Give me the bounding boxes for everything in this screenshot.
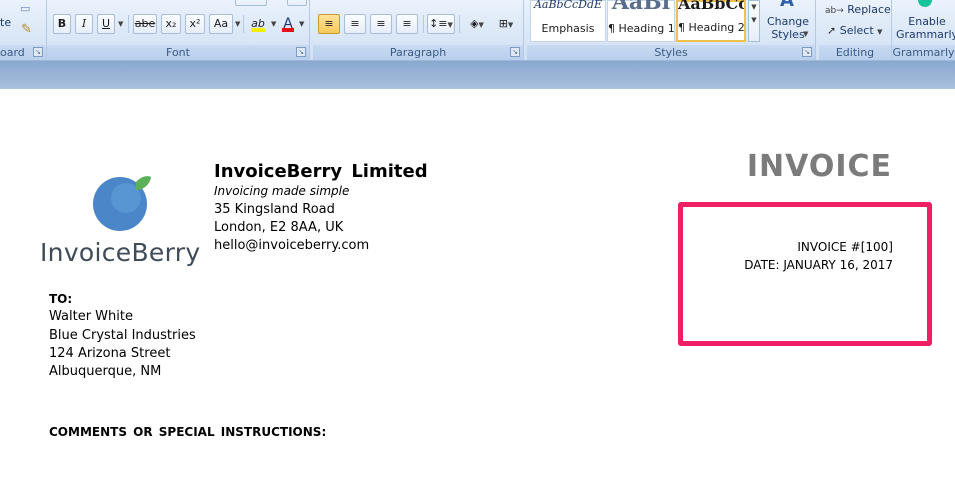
highlight-button[interactable]: ab — [247, 14, 269, 34]
styles-group-label: Styles — [527, 45, 815, 60]
change-styles-dropdown-icon: ▼ — [803, 30, 809, 38]
font-color-button[interactable]: A — [279, 14, 297, 34]
invoice-date: DATE: JANUARY 16, 2017 — [744, 258, 893, 272]
email-line: hello@invoiceberry.com — [214, 238, 370, 253]
address-line: 35 Kingsland Road — [214, 202, 335, 217]
grammarly-label: Enable Grammarly — [895, 15, 955, 41]
replace-icon: ab→ — [825, 6, 844, 16]
copy-icon[interactable]: ▭ — [20, 2, 30, 15]
bold-button[interactable]: B — [53, 14, 71, 34]
comments-label: COMMENTS OR SPECIAL INSTRUCTIONS: — [49, 425, 327, 439]
subscript-button[interactable]: x₂ — [161, 14, 181, 34]
change-case-dropdown-icon[interactable]: ▼ — [235, 20, 240, 28]
invoice-details-highlight — [678, 202, 932, 346]
border-grid-icon: ⊞ — [498, 17, 508, 30]
recipient-name: Walter White — [49, 309, 133, 324]
underline-dropdown-icon[interactable]: ▼ — [118, 20, 123, 28]
font-launcher-icon[interactable]: ↘ — [296, 47, 306, 57]
grammarly-group-label: Grammarly — [892, 45, 955, 60]
grow-font-button[interactable] — [235, 0, 267, 6]
paragraph-group: ≡ ≡ ≡ ≡ ↕≡▼ ◈▼ ⊞▼ Paragraph ↘ — [313, 0, 524, 60]
to-label: TO: — [49, 292, 73, 306]
select-label: Select — [839, 24, 874, 37]
style-emphasis[interactable]: AaBbCcDdE Emphasis — [530, 0, 606, 42]
style-heading-1[interactable]: AaBl ¶ Heading 1 — [607, 0, 675, 42]
select-button[interactable]: ➚ Select ▼ — [827, 24, 883, 37]
font-color-bar — [282, 28, 294, 32]
align-right-button[interactable]: ≡ — [370, 14, 392, 34]
superscript-button[interactable]: x² — [185, 14, 205, 34]
style-heading-1-name: ¶ Heading 1 — [608, 22, 675, 35]
replace-button[interactable]: ab→ Replace — [825, 3, 891, 16]
borders-button[interactable]: ⊞▼ — [494, 14, 518, 34]
change-styles-button[interactable]: A Change Styles ▼ — [763, 0, 813, 44]
clipboard-launcher-icon[interactable]: ↘ — [33, 47, 43, 57]
justify-button[interactable]: ≡ — [396, 14, 418, 34]
paint-bucket-icon: ◈ — [470, 17, 479, 30]
recipient-street: 124 Arizona Street — [49, 346, 171, 361]
select-dropdown-icon: ▼ — [877, 28, 883, 36]
company-tagline: Invoicing made simple — [214, 184, 350, 198]
shading-button[interactable]: ◈▼ — [463, 14, 491, 34]
font-group: B I U ▼ abe x₂ x² Aa ▼ ab ▼ A ▼ Font ↘ — [47, 0, 310, 60]
address-line: London, E2 8AA, UK — [214, 220, 344, 235]
replace-label: Replace — [847, 3, 891, 16]
style-heading-2[interactable]: AaBbCc ¶ Heading 2 — [676, 0, 746, 42]
style-heading-2-sample: AaBbCc — [678, 0, 744, 13]
align-center-button[interactable]: ≡ — [344, 14, 366, 34]
font-color-dropdown-icon[interactable]: ▼ — [299, 20, 304, 28]
select-cursor-icon: ➚ — [827, 24, 837, 37]
paste-label[interactable]: te — [0, 16, 11, 29]
recipient-city: Albuquerque, NM — [49, 364, 162, 379]
styles-group: AaBbCcDdE Emphasis AaBl ¶ Heading 1 AaBb… — [527, 0, 816, 60]
invoice-number: INVOICE #[100] — [797, 240, 893, 254]
invoice-title: INVOICE — [746, 149, 892, 184]
paragraph-group-label: Paragraph — [313, 45, 523, 60]
paragraph-launcher-icon[interactable]: ↘ — [510, 47, 520, 57]
change-case-button[interactable]: Aa — [209, 14, 233, 34]
line-spacing-button[interactable]: ↕≡▼ — [427, 14, 455, 34]
styles-scroll[interactable]: ▼ ▼ — [748, 0, 760, 42]
style-heading-1-sample: AaBl — [611, 0, 671, 15]
highlight-dropdown-icon[interactable]: ▼ — [271, 20, 276, 28]
styles-launcher-icon[interactable]: ↘ — [802, 47, 812, 57]
underline-button[interactable]: U — [97, 14, 115, 34]
editing-group-label: Editing — [819, 45, 891, 60]
editing-group: ab→ Replace ➚ Select ▼ Editing — [819, 0, 892, 60]
highlight-color-bar — [251, 28, 265, 32]
style-heading-2-name: ¶ Heading 2 — [678, 21, 745, 34]
enable-grammarly-button[interactable]: Enable Grammarly — [892, 0, 955, 44]
ribbon: te ▭ ✎ oard ↘ B I U ▼ abe x₂ x² Aa ▼ ab … — [0, 0, 955, 61]
format-painter-icon[interactable]: ✎ — [21, 22, 32, 37]
style-emphasis-name: Emphasis — [541, 22, 595, 35]
italic-button[interactable]: I — [75, 14, 93, 34]
clear-format-button[interactable] — [287, 0, 307, 6]
logo-text: InvoiceBerry — [40, 238, 201, 267]
ruler-area — [0, 61, 955, 89]
align-left-button[interactable]: ≡ — [318, 14, 340, 34]
company-logo: InvoiceBerry — [40, 176, 202, 271]
strikethrough-button[interactable]: abe — [133, 14, 157, 34]
font-group-label: Font — [47, 45, 309, 60]
styles-more-icon[interactable]: ▼ — [751, 16, 756, 24]
clipboard-group: te ▭ ✎ oard ↘ — [0, 0, 47, 60]
change-styles-icon: A — [780, 0, 794, 11]
recipient-company: Blue Crystal Industries — [49, 328, 196, 343]
styles-scroll-down-icon[interactable]: ▼ — [751, 3, 756, 11]
grammarly-group: Enable Grammarly Grammarly — [892, 0, 955, 60]
grammarly-icon — [918, 0, 932, 7]
company-name: InvoiceBerry Limited — [214, 161, 428, 182]
style-emphasis-sample: AaBbCcDdE — [533, 0, 603, 11]
